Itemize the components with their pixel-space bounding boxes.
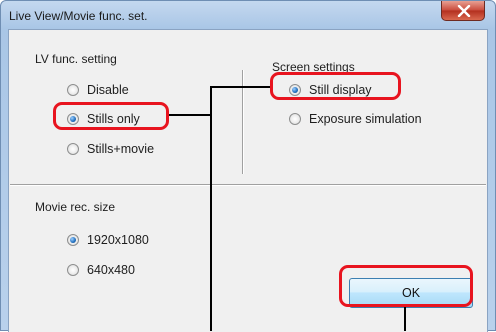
window-title: Live View/Movie func. set. (9, 9, 148, 23)
movie-option-label: 1920x1080 (87, 233, 149, 247)
leader-line (210, 86, 212, 331)
radio-stills-movie[interactable] (67, 143, 79, 155)
close-icon (457, 5, 471, 17)
screen-option-exposure-simulation[interactable]: Exposure simulation (289, 111, 422, 127)
highlight-ok-button (339, 265, 473, 307)
highlight-stills-only (53, 102, 169, 130)
leader-line (210, 86, 270, 88)
horizontal-separator (10, 184, 486, 186)
lv-option-stills-movie[interactable]: Stills+movie (67, 141, 154, 157)
lv-func-setting-label: LV func. setting (35, 52, 117, 66)
leader-line (404, 307, 406, 331)
lv-option-label: Disable (87, 83, 129, 97)
movie-rec-size-label: Movie rec. size (35, 200, 116, 214)
highlight-still-display (270, 72, 401, 100)
screen-option-label: Exposure simulation (309, 112, 422, 126)
movie-option-label: 640x480 (87, 263, 135, 277)
leader-line (169, 114, 210, 116)
lv-option-disable[interactable]: Disable (67, 82, 129, 98)
movie-option-1920x1080[interactable]: 1920x1080 (67, 232, 149, 248)
radio-exposure-simulation[interactable] (289, 113, 301, 125)
title-bar[interactable]: Live View/Movie func. set. (1, 1, 495, 29)
radio-640x480[interactable] (67, 264, 79, 276)
close-button[interactable] (441, 1, 485, 21)
radio-1920x1080[interactable] (67, 234, 79, 246)
lv-option-label: Stills+movie (87, 142, 155, 156)
radio-disable[interactable] (67, 84, 79, 96)
movie-option-640x480[interactable]: 640x480 (67, 262, 135, 278)
